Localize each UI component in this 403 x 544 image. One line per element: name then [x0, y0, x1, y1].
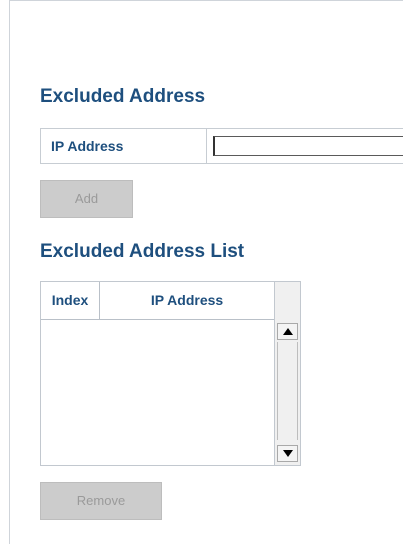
column-header-ip-address: IP Address — [150, 292, 224, 308]
scrollbar-header-spacer — [274, 282, 300, 320]
triangle-up-icon — [283, 328, 293, 335]
remove-button[interactable]: Remove — [40, 482, 162, 520]
list-scrollbar[interactable] — [274, 320, 300, 465]
triangle-down-icon — [283, 450, 293, 457]
list-header: Index IP Address — [41, 282, 274, 320]
ip-address-input[interactable] — [213, 136, 403, 156]
excluded-address-list-title: Excluded Address List — [40, 241, 245, 262]
add-button[interactable]: Add — [40, 180, 133, 218]
scroll-down-button[interactable] — [277, 445, 298, 462]
ip-address-label: IP Address — [41, 129, 207, 163]
ip-address-row: IP Address — [40, 128, 403, 164]
excluded-address-title: Excluded Address — [40, 86, 206, 107]
scroll-up-button[interactable] — [277, 323, 298, 340]
excluded-address-list: Index IP Address — [40, 281, 301, 466]
list-body[interactable] — [41, 320, 274, 465]
scroll-track[interactable] — [277, 342, 298, 440]
column-header-index: Index — [41, 282, 100, 319]
